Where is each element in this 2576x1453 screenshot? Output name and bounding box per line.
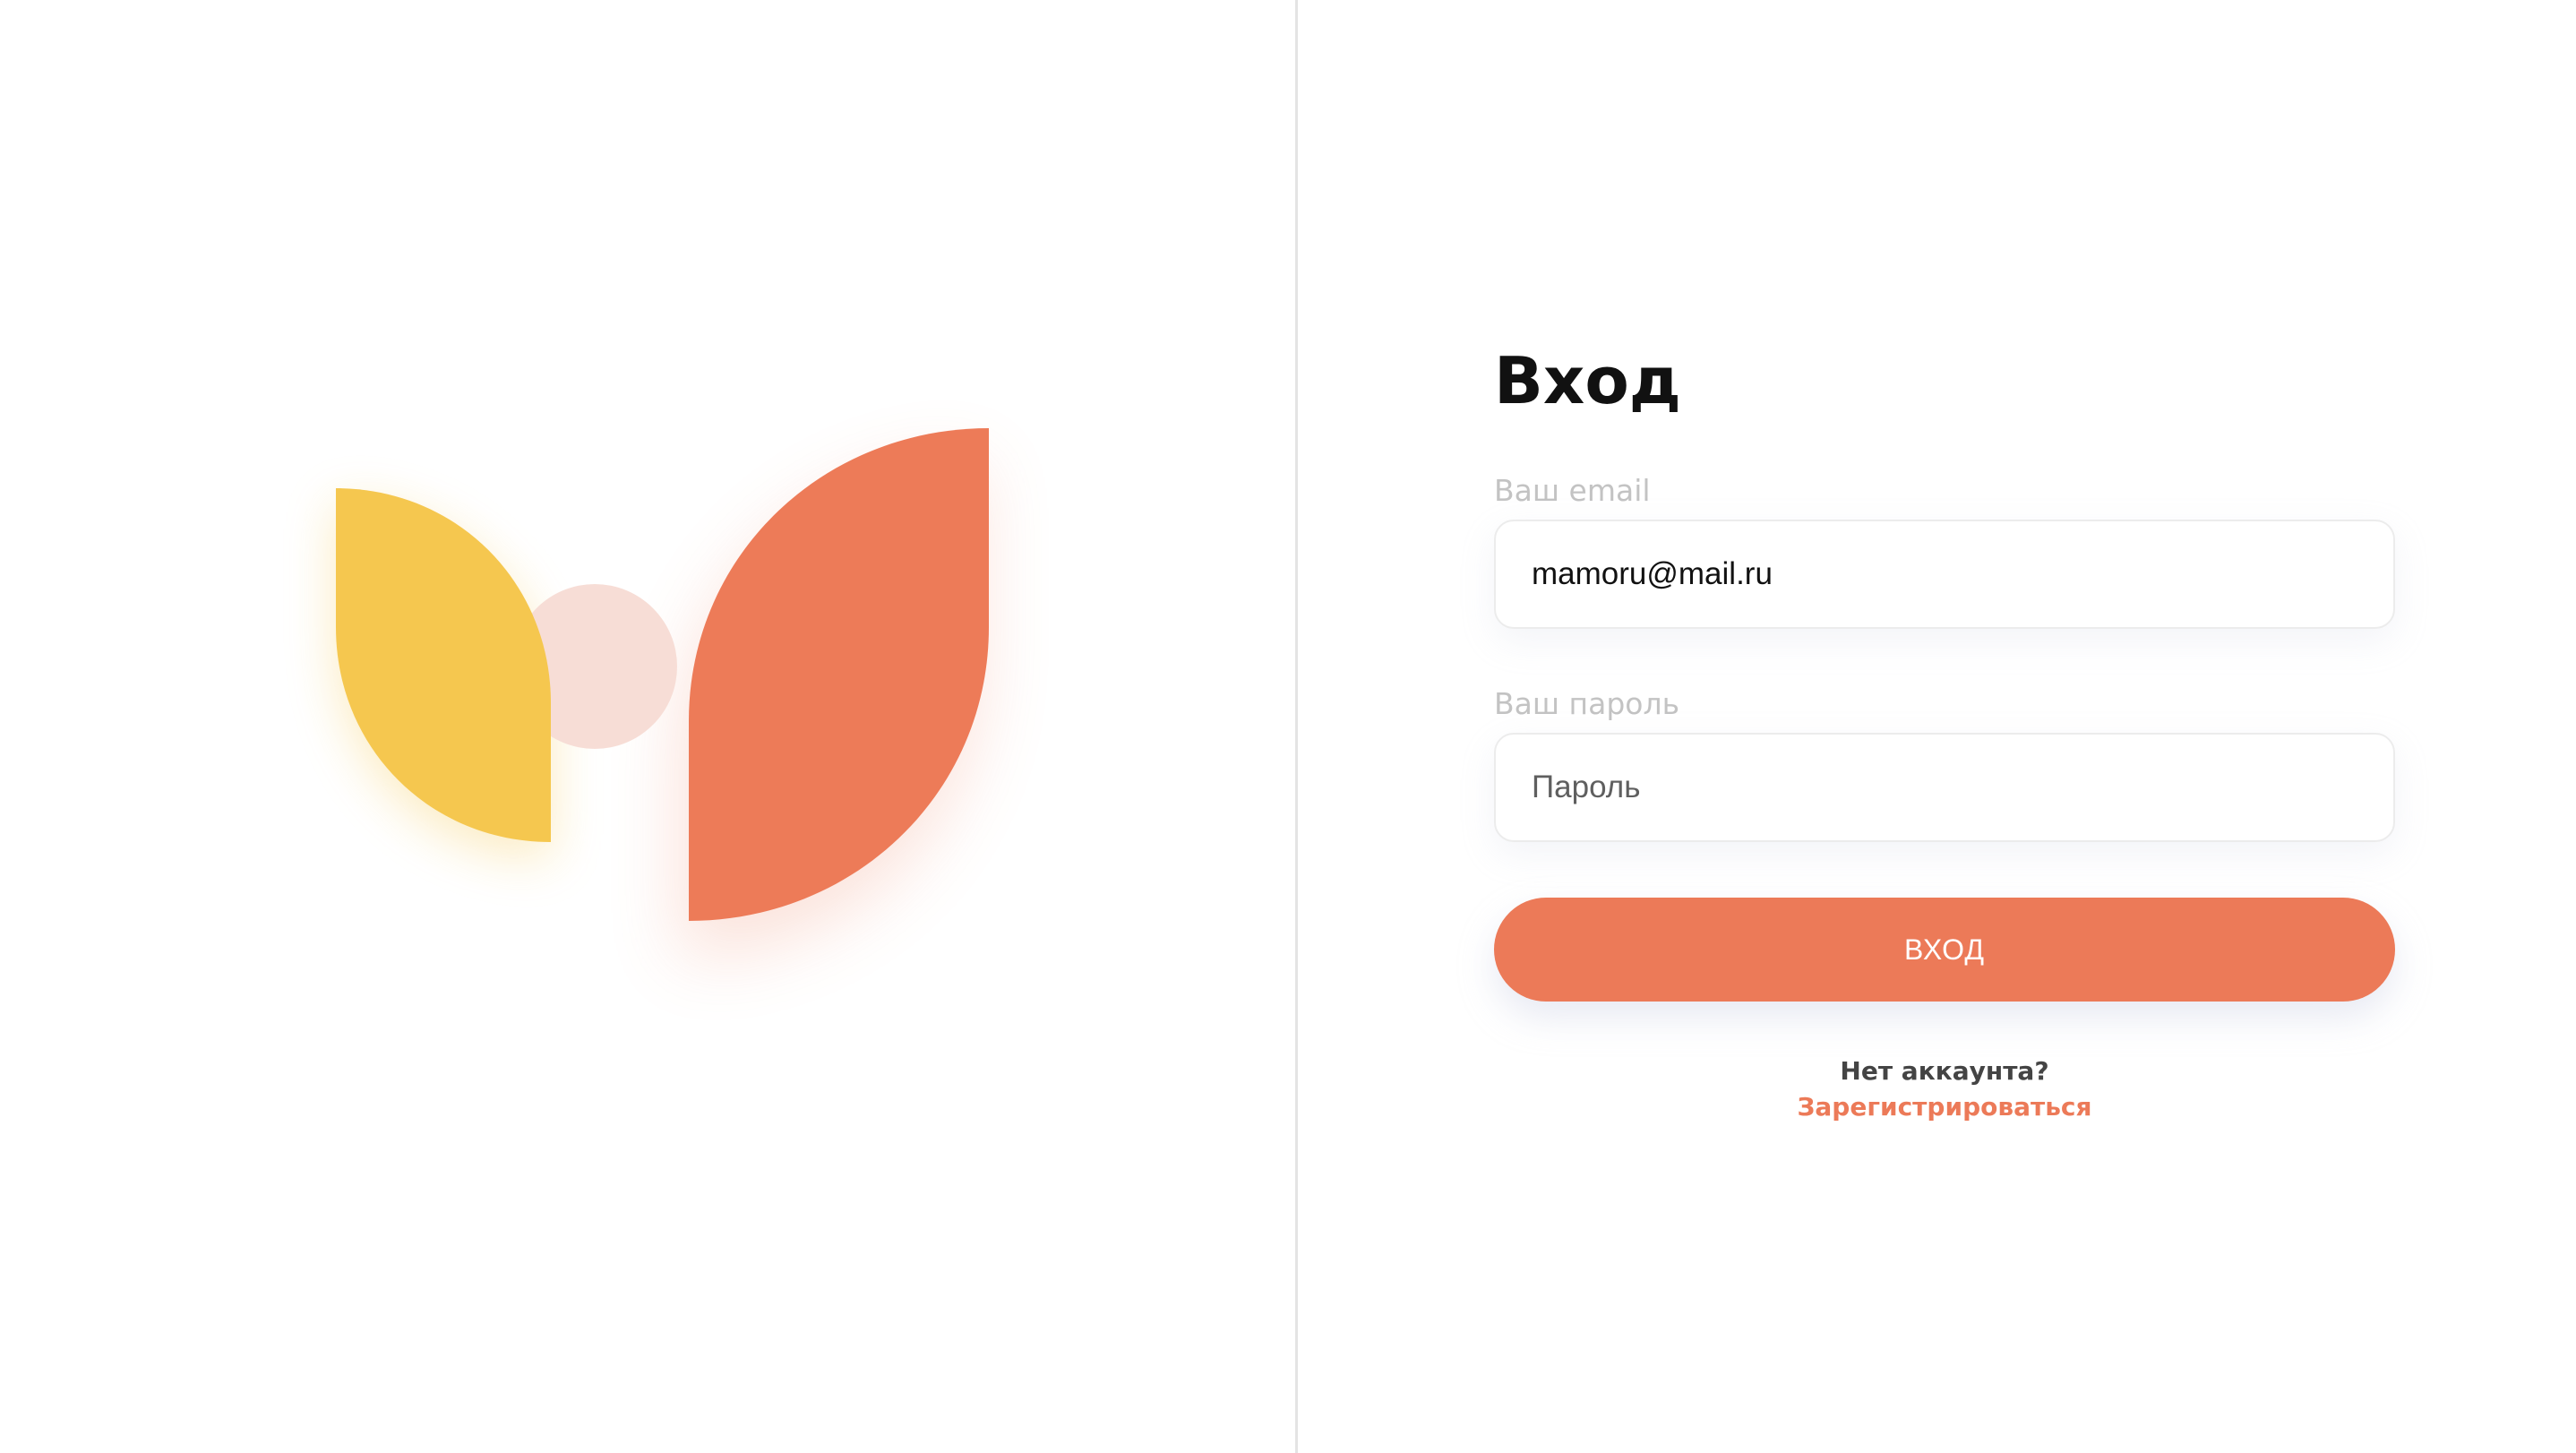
page-title: Вход [1494,343,1681,418]
login-panel: Вход Ваш email Ваш пароль ВХОД Нет аккау… [1298,0,2576,1453]
password-field[interactable] [1494,733,2395,842]
login-page: Вход Ваш email Ваш пароль ВХОД Нет аккау… [0,0,2576,1453]
login-form: Вход Ваш email Ваш пароль ВХОД Нет аккау… [1494,0,2395,1453]
register-link[interactable]: Зарегистрироваться [1798,1089,2092,1125]
login-button[interactable]: ВХОД [1494,898,2395,1002]
brand-panel [0,0,1295,1453]
password-label: Ваш пароль [1494,686,1680,721]
yellow-leaf-shape [336,488,551,842]
email-field[interactable] [1494,520,2395,629]
no-account-text: Нет аккаунта? [1840,1056,2049,1086]
register-prompt: Нет аккаунта? Зарегистрироваться [1494,1053,2395,1125]
email-label: Ваш email [1494,473,1651,508]
brand-logo-icon [336,428,989,957]
orange-leaf-shape [689,428,989,921]
